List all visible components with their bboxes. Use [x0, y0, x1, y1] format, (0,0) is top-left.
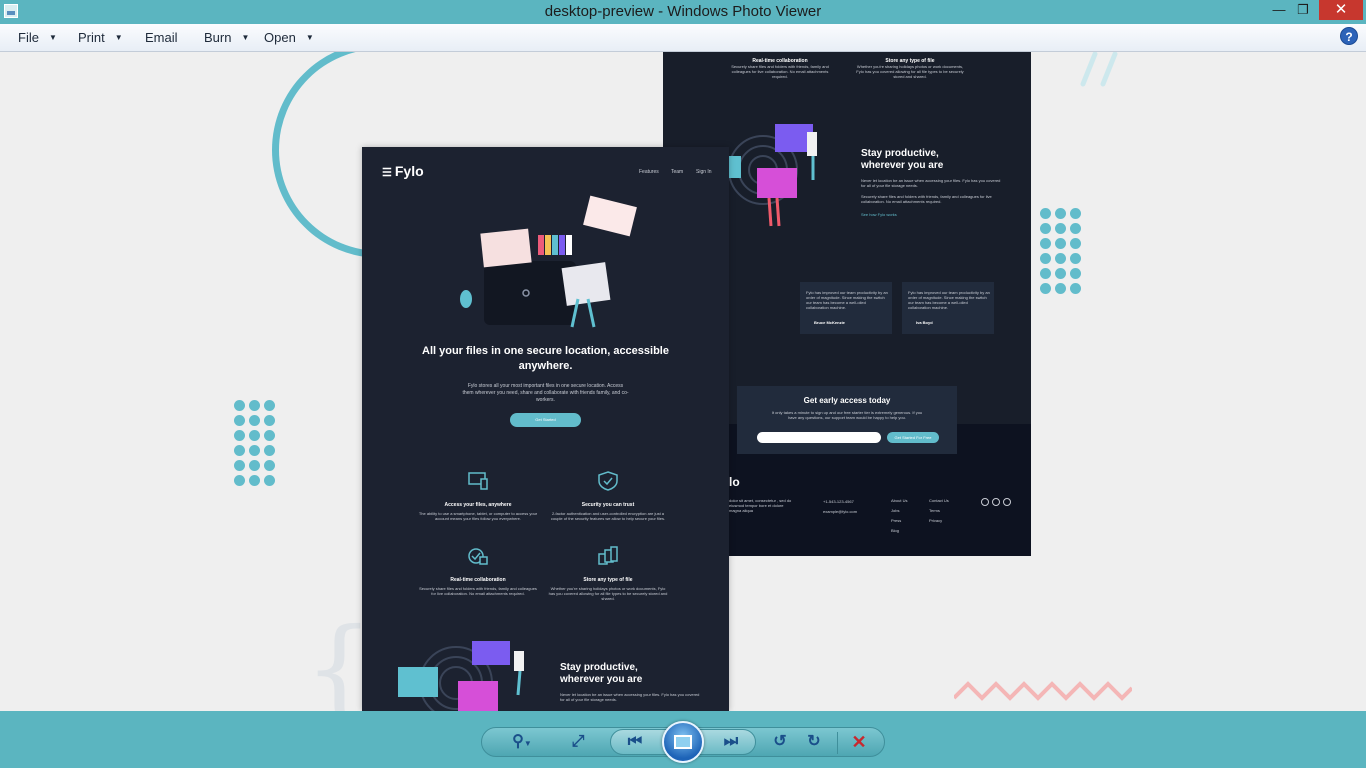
delete-icon[interactable]: ✕ [844, 729, 874, 755]
menu-file-label: File [18, 30, 39, 45]
actual-size-icon[interactable]: ⤢ [563, 729, 593, 755]
chevron-down-icon: ▼ [241, 33, 250, 42]
hero-description: Fylo stores all your most important file… [462, 383, 629, 403]
chevron-down-icon: ▼ [48, 33, 57, 42]
window-title: desktop-preview - Windows Photo Viewer [544, 3, 822, 20]
early-access-email-input[interactable] [757, 432, 881, 443]
testimonial-card: Fylo has improved our team productivity … [902, 282, 994, 334]
feature-store: Store any type of file Whether you're sh… [856, 58, 964, 79]
decor-slashes [1080, 52, 1118, 87]
menu-open-label: Open [264, 30, 296, 45]
productive-title: Stay productive, wherever you are [861, 148, 944, 171]
footer-phone: +1-543-123-4567 [823, 499, 854, 504]
footer-logo: lo [729, 475, 740, 489]
productive-text: Never let location be an issue when acce… [560, 692, 700, 702]
productive-text: Never let location be an issue when acce… [861, 178, 1001, 188]
chevron-down-icon: ▼ [305, 33, 314, 42]
nav-team[interactable]: Team [671, 169, 683, 175]
chevron-down-icon: ▼ [114, 33, 123, 42]
previous-icon[interactable]: ⏮ [620, 729, 650, 755]
footer-links-a: About Us Jobs Press Blog [891, 498, 908, 533]
footer-about: dolor sit amet, consectetur , sed do eiu… [729, 498, 792, 513]
files-icon [598, 546, 618, 565]
nav-signin[interactable]: Sign In [696, 169, 712, 175]
hero-illustration [460, 195, 637, 328]
footer-email: example@fylo.com [823, 509, 858, 514]
testimonial-card: Fylo has improved our team productivity … [800, 282, 892, 334]
image-viewport[interactable]: { Real-time collaboration Securely share… [0, 52, 1366, 711]
menu-file[interactable]: File ▼ [18, 30, 57, 45]
menu-burn[interactable]: Burn ▼ [204, 30, 249, 45]
menu-print[interactable]: Print ▼ [78, 30, 123, 45]
close-window-button[interactable]: ✕ [1319, 0, 1363, 20]
minimize-button[interactable]: — [1268, 0, 1290, 20]
early-access-title: Get early access today [803, 396, 891, 405]
collaboration-icon [468, 548, 488, 565]
menu-email[interactable]: Email [145, 30, 178, 45]
footer-social [981, 498, 1011, 506]
menu-open[interactable]: Open ▼ [264, 30, 314, 45]
displayed-image: { Real-time collaboration Securely share… [234, 52, 1132, 711]
devices-icon [468, 472, 488, 490]
facebook-icon[interactable] [981, 498, 989, 506]
early-access-button[interactable]: Get Started For Free [887, 432, 939, 443]
feature-security: Security you can trust 2-factor authenti… [548, 471, 668, 521]
productivity-illustration [398, 641, 524, 711]
feature-store-files: Store any type of file Whether you're sh… [548, 546, 668, 601]
menu-burn-label: Burn [204, 30, 232, 45]
footer-links-b: Contact Us Terms Privacy [929, 498, 949, 523]
fylo-logo: ☰ Fylo [382, 163, 424, 179]
rotate-cw-icon[interactable]: ↻ [799, 729, 829, 755]
see-how-link[interactable]: See how Fylo works [861, 212, 897, 217]
menu-print-label: Print [78, 30, 105, 45]
productive-text-2: Securely share files and folders with fr… [861, 194, 992, 204]
early-access-desc: It only takes a minute to sign up and ou… [771, 410, 923, 420]
shield-icon [598, 471, 618, 491]
feature-realtime: Real-time collaboration Securely share f… [731, 58, 829, 79]
nav-features[interactable]: Features [639, 169, 659, 175]
next-icon[interactable]: ⏭ [716, 729, 746, 755]
menu-bar: File ▼ Print ▼ Email Burn ▼ Open ▼ ? [0, 24, 1366, 52]
decor-dot-grid [234, 400, 275, 486]
get-started-button[interactable]: Get Started [510, 413, 581, 427]
slideshow-icon[interactable] [662, 721, 704, 763]
title-bar: desktop-preview - Windows Photo Viewer —… [0, 0, 1366, 24]
preview-page-front: ☰ Fylo Features Team Sign In All your fil… [362, 147, 729, 711]
decor-zigzag [954, 681, 1132, 701]
toolbar-divider [837, 732, 838, 754]
rotate-ccw-icon[interactable]: ↺ [765, 729, 795, 755]
decor-dot-grid [1040, 208, 1081, 294]
zoom-icon[interactable]: ⚲▼ [507, 729, 537, 755]
twitter-icon[interactable] [992, 498, 1000, 506]
playback-toolbar: ⚲▼ ⤢ ⏮ ⏭ ↺ ↻ ✕ [0, 711, 1366, 768]
hero-title: All your files in one secure location, a… [422, 345, 669, 372]
instagram-icon[interactable] [1003, 498, 1011, 506]
early-access-box: Get early access today It only takes a m… [737, 386, 957, 454]
help-icon[interactable]: ? [1340, 27, 1358, 45]
feature-access: Access your files, anywhere The ability … [418, 471, 538, 521]
productive-title: Stay productive, wherever you are [560, 662, 643, 685]
productivity-illustration [727, 124, 817, 227]
feature-collaboration: Real-time collaboration Securely share f… [418, 546, 538, 596]
menu-email-label: Email [145, 30, 178, 45]
restore-button[interactable]: ❐ [1292, 0, 1314, 20]
